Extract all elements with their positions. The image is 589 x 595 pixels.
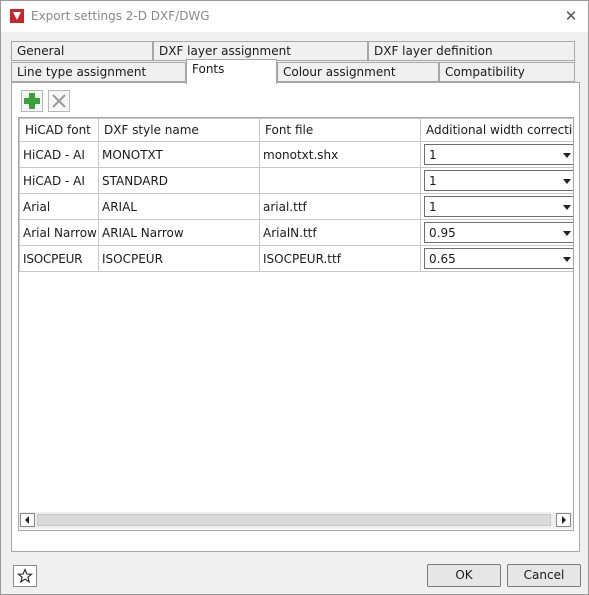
column-header-hicad-font[interactable]: HiCAD font xyxy=(19,118,99,142)
tab-colour-assignment[interactable]: Colour assignment xyxy=(277,62,439,82)
chevron-right-icon xyxy=(562,516,566,524)
table-row[interactable]: HiCAD - AI MONOTXT monotxt.shx 1 xyxy=(19,141,573,168)
tab-dxf-layer-assignment[interactable]: DXF layer assignment xyxy=(153,41,368,61)
chevron-down-icon xyxy=(563,231,571,236)
width-correction-dropdown[interactable]: 0.95 xyxy=(424,222,573,243)
font-file-cell[interactable]: arial.ttf xyxy=(259,193,421,220)
tab-fonts[interactable]: Fonts xyxy=(186,59,277,84)
ok-button[interactable]: OK xyxy=(427,564,501,587)
chevron-down-icon xyxy=(563,153,571,158)
table-row[interactable]: ISOCPEUR ISOCPEUR ISOCPEUR.ttf 0.65 xyxy=(19,245,573,272)
width-correction-cell: 1 xyxy=(420,167,573,194)
hicad-app-icon xyxy=(10,9,24,23)
dxf-style-cell[interactable]: ARIAL Narrow xyxy=(98,219,260,246)
tab-compatibility[interactable]: Compatibility xyxy=(439,62,575,82)
title-bar: Export settings 2-D DXF/DWG ✕ xyxy=(1,1,588,32)
window-title: Export settings 2-D DXF/DWG xyxy=(31,9,210,23)
dxf-style-cell[interactable]: ARIAL xyxy=(98,193,260,220)
fonts-panel: HiCAD font DXF style name Font file Addi… xyxy=(11,82,580,552)
favorites-button[interactable] xyxy=(13,565,37,587)
horizontal-scrollbar[interactable] xyxy=(19,512,573,529)
font-file-cell[interactable]: ArialN.ttf xyxy=(259,219,421,246)
star-icon xyxy=(16,568,34,584)
column-header-dxf-style-name[interactable]: DXF style name xyxy=(98,118,260,142)
fonts-table: HiCAD font DXF style name Font file Addi… xyxy=(18,117,574,531)
width-correction-value: 1 xyxy=(429,174,437,188)
table-header-row: HiCAD font DXF style name Font file Addi… xyxy=(19,118,573,142)
close-icon[interactable]: ✕ xyxy=(559,6,583,26)
chevron-down-icon xyxy=(563,257,571,262)
width-correction-dropdown[interactable]: 1 xyxy=(424,196,573,217)
delete-icon xyxy=(52,94,66,108)
delete-button[interactable] xyxy=(48,90,70,112)
chevron-down-icon xyxy=(563,205,571,210)
width-correction-value: 0.65 xyxy=(429,252,456,266)
tab-line-type-assignment[interactable]: Line type assignment xyxy=(11,62,186,82)
dxf-style-cell[interactable]: ISOCPEUR xyxy=(98,245,260,272)
font-file-cell[interactable] xyxy=(259,167,421,194)
font-file-cell[interactable]: ISOCPEUR.ttf xyxy=(259,245,421,272)
width-correction-value: 0.95 xyxy=(429,226,456,240)
width-correction-dropdown[interactable]: 0.65 xyxy=(424,248,573,269)
width-correction-cell: 1 xyxy=(420,141,573,168)
chevron-left-icon xyxy=(25,516,29,524)
width-correction-dropdown[interactable]: 1 xyxy=(424,170,573,191)
width-correction-cell: 0.65 xyxy=(420,245,573,272)
width-correction-cell: 0.95 xyxy=(420,219,573,246)
hicad-font-cell[interactable]: HiCAD - AI xyxy=(19,167,99,194)
dxf-style-cell[interactable]: MONOTXT xyxy=(98,141,260,168)
export-settings-dialog: Export settings 2-D DXF/DWG ✕ General DX… xyxy=(0,0,589,595)
column-header-width-correction[interactable]: Additional width correction xyxy=(420,118,573,142)
table-row[interactable]: Arial Narrow ARIAL Narrow ArialN.ttf 0.9… xyxy=(19,219,573,246)
plus-icon xyxy=(24,93,40,109)
add-button[interactable] xyxy=(21,90,43,112)
scrollbar-thumb[interactable] xyxy=(37,514,551,526)
table-row[interactable]: HiCAD - AI STANDARD 1 xyxy=(19,167,573,194)
scroll-right-button[interactable] xyxy=(556,513,571,527)
table-row[interactable]: Arial ARIAL arial.ttf 1 xyxy=(19,193,573,220)
hicad-font-cell[interactable]: HiCAD - AI xyxy=(19,141,99,168)
tab-dxf-layer-definition[interactable]: DXF layer definition xyxy=(368,41,575,61)
width-correction-dropdown[interactable]: 1 xyxy=(424,144,573,165)
dxf-style-cell[interactable]: STANDARD xyxy=(98,167,260,194)
column-header-font-file[interactable]: Font file xyxy=(259,118,421,142)
width-correction-value: 1 xyxy=(429,148,437,162)
tab-general[interactable]: General xyxy=(11,41,153,61)
chevron-down-icon xyxy=(563,179,571,184)
hicad-font-cell[interactable]: ISOCPEUR xyxy=(19,245,99,272)
font-file-cell[interactable]: monotxt.shx xyxy=(259,141,421,168)
cancel-button[interactable]: Cancel xyxy=(507,564,581,587)
width-correction-cell: 1 xyxy=(420,193,573,220)
width-correction-value: 1 xyxy=(429,200,437,214)
scroll-left-button[interactable] xyxy=(20,513,35,527)
hicad-font-cell[interactable]: Arial Narrow xyxy=(19,219,99,246)
hicad-font-cell[interactable]: Arial xyxy=(19,193,99,220)
